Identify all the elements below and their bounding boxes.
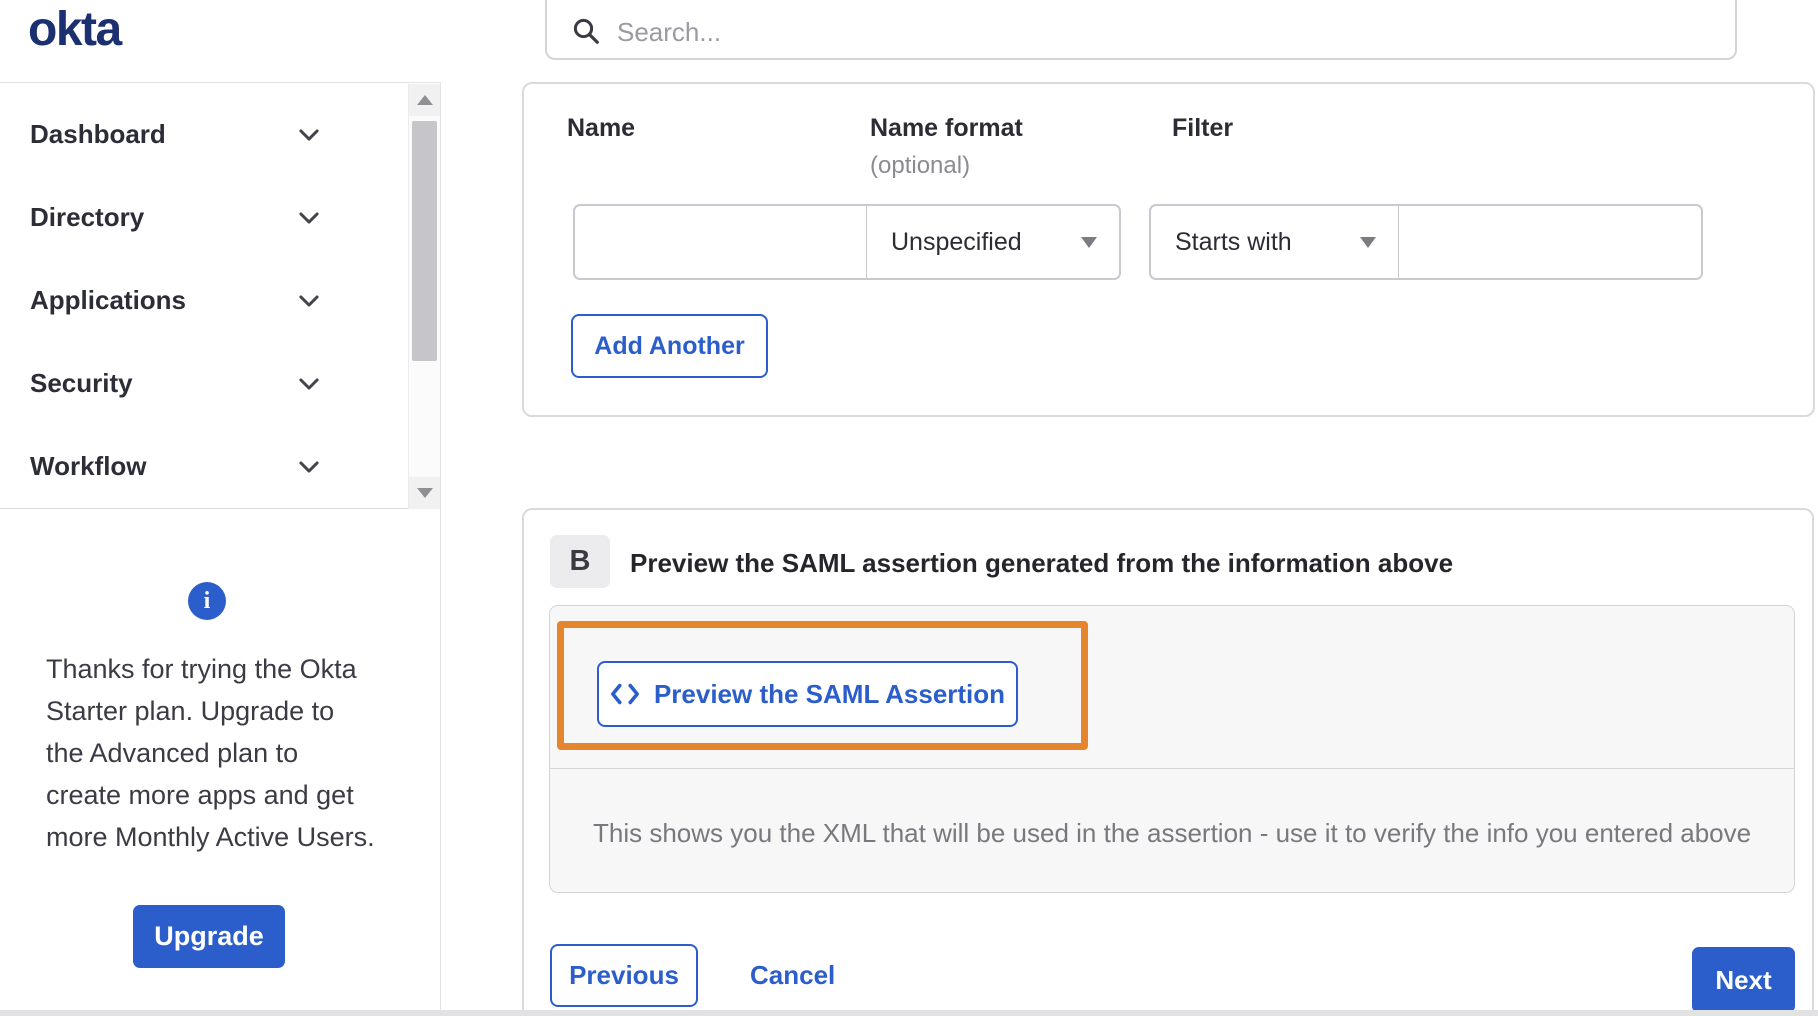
chevron-down-icon [299, 128, 319, 141]
name-format-select[interactable]: Unspecified [866, 204, 1121, 280]
preview-button-label: Preview the SAML Assertion [653, 678, 1006, 709]
add-another-button[interactable]: Add Another [571, 314, 768, 378]
chevron-down-icon [299, 211, 319, 224]
sidebar-menu: Dashboard Directory Applications Securit… [0, 82, 440, 509]
cancel-button[interactable]: Cancel [750, 944, 835, 1007]
sidebar-item-label: Directory [30, 202, 145, 232]
horizontal-scrollbar-track[interactable] [0, 1010, 1818, 1016]
scroll-up-button[interactable] [409, 84, 440, 116]
name-format-column-label: Name format [870, 114, 1023, 142]
okta-admin-page: okta Dashboard Directory Applications Se… [0, 0, 1818, 1016]
preview-panel: Preview the SAML Assertion This shows yo… [549, 605, 1795, 893]
preview-section-title: Preview the SAML assertion generated fro… [630, 548, 1454, 578]
triangle-down-icon [1081, 236, 1097, 248]
preview-saml-assertion-button[interactable]: Preview the SAML Assertion [597, 661, 1018, 727]
info-icon: i [188, 582, 226, 620]
chevron-down-icon [299, 460, 319, 473]
name-column-label: Name [567, 114, 636, 142]
search-icon [573, 18, 599, 44]
upsell-text: Thanks for trying the Okta Starter plan.… [46, 654, 375, 852]
sidebar-item-label: Dashboard [30, 119, 166, 149]
attribute-name-input[interactable] [573, 204, 868, 280]
okta-logo[interactable]: okta [28, 2, 122, 57]
code-brackets-icon [610, 683, 639, 705]
scroll-down-button[interactable] [409, 477, 440, 509]
sidebar-item-applications[interactable]: Applications [0, 259, 440, 342]
next-button[interactable]: Next [1692, 947, 1795, 1013]
filter-type-selected-value: Starts with [1175, 227, 1292, 256]
panel-divider [550, 768, 1794, 769]
sidebar-item-dashboard[interactable]: Dashboard [0, 93, 440, 176]
triangle-up-icon [416, 95, 433, 105]
search-input[interactable] [617, 17, 1719, 48]
sidebar-item-workflow[interactable]: Workflow [0, 425, 440, 508]
global-search [545, 0, 1737, 60]
filter-value-input[interactable] [1398, 204, 1703, 280]
sidebar-item-label: Workflow [30, 451, 147, 481]
scrollbar-thumb[interactable] [412, 121, 437, 361]
name-format-optional-label: (optional) [870, 152, 971, 179]
triangle-down-icon [1360, 236, 1376, 248]
previous-button[interactable]: Previous [550, 944, 698, 1007]
preview-hint-text: This shows you the XML that will be used… [593, 818, 1752, 848]
sidebar-item-directory[interactable]: Directory [0, 176, 440, 259]
triangle-down-icon [416, 488, 433, 498]
chevron-down-icon [299, 377, 319, 390]
attribute-statements-card: Name Name format (optional) Filter Unspe… [522, 82, 1815, 417]
sidebar-item-security[interactable]: Security [0, 342, 440, 425]
upgrade-button[interactable]: Upgrade [133, 905, 285, 968]
filter-type-select[interactable]: Starts with [1149, 204, 1400, 280]
step-b-badge: B [550, 535, 610, 588]
chevron-down-icon [299, 294, 319, 307]
sidebar: Dashboard Directory Applications Securit… [0, 82, 441, 1016]
sidebar-item-label: Applications [30, 285, 187, 315]
sidebar-item-label: Security [30, 368, 133, 398]
name-format-selected-value: Unspecified [891, 227, 1022, 256]
preview-saml-card: B Preview the SAML assertion generated f… [522, 508, 1814, 1016]
filter-column-label: Filter [1172, 114, 1234, 142]
sidebar-scrollbar [408, 84, 440, 509]
